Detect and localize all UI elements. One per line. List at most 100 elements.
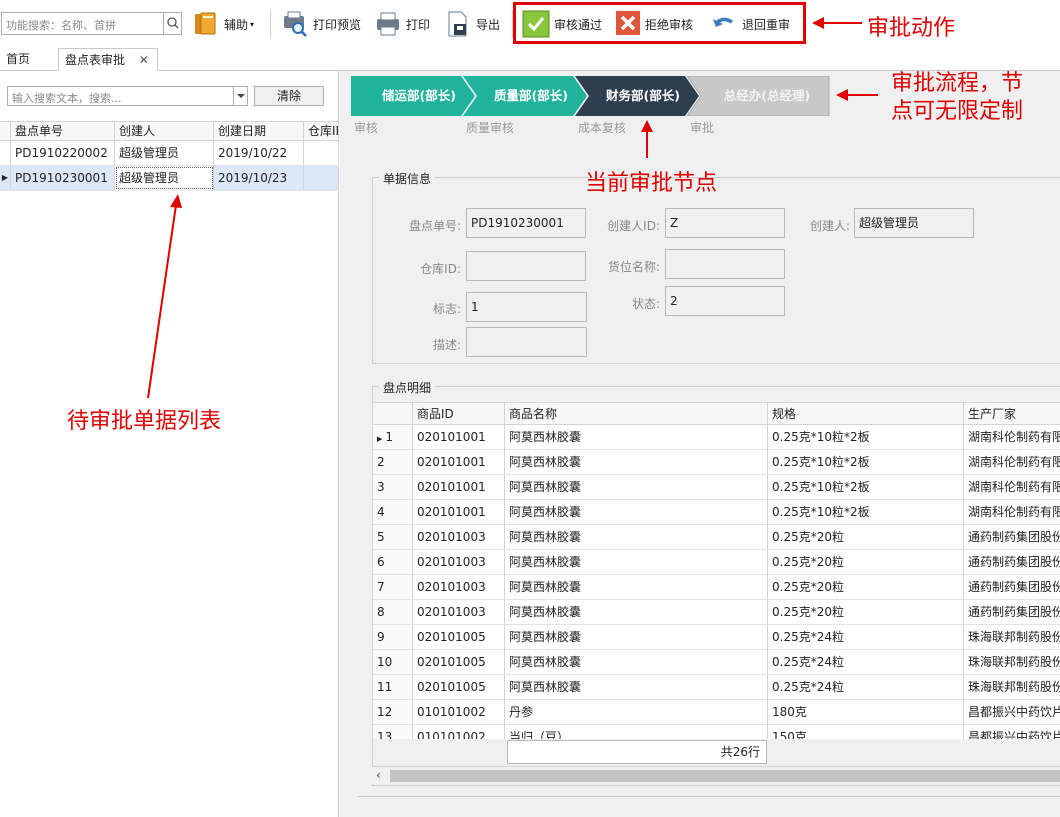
table-cell[interactable]: 阿莫西林胶囊 — [505, 625, 768, 649]
table-cell[interactable]: 0.25克*20粒 — [768, 575, 964, 599]
table-cell[interactable]: 020101003 — [413, 575, 505, 599]
table-row-selected[interactable]: ▶ PD1910230001 超级管理员 2019/10/23 — [0, 166, 339, 191]
export-button[interactable]: 导出 — [444, 8, 500, 40]
table-cell[interactable]: 0.25克*10粒*2板 — [768, 475, 964, 499]
table-cell[interactable]: 超级管理员 — [115, 141, 214, 165]
table-row[interactable]: 6020101003阿莫西林胶囊0.25克*20粒通药制药集团股份有限公司 — [373, 550, 1060, 575]
table-cell[interactable] — [304, 141, 339, 165]
scrollbar-thumb[interactable] — [390, 770, 1060, 782]
table-cell[interactable]: 020101003 — [413, 550, 505, 574]
warehouse-id-field[interactable] — [466, 251, 586, 281]
table-row[interactable]: 4020101001阿莫西林胶囊0.25克*10粒*2板湖南科伦制药有限公司 — [373, 500, 1060, 525]
table-cell[interactable]: PD1910220002 — [11, 141, 115, 165]
table-cell[interactable]: 180克 — [768, 700, 964, 724]
table-row[interactable]: 10020101005阿莫西林胶囊0.25克*24粒珠海联邦制药股份有限公司 — [373, 650, 1060, 675]
table-row[interactable]: ▶1020101001阿莫西林胶囊0.25克*10粒*2板湖南科伦制药有限公司 — [373, 425, 1060, 450]
table-cell[interactable]: 020101001 — [413, 475, 505, 499]
clear-button[interactable]: 清除 — [254, 86, 324, 106]
table-cell[interactable]: 湖南科伦制药有限公司 — [964, 450, 1060, 474]
table-cell[interactable]: 0.25克*10粒*2板 — [768, 500, 964, 524]
table-cell[interactable]: 昌都振兴中药饮片 — [964, 700, 1060, 724]
table-cell[interactable]: 010101002 — [413, 725, 505, 739]
column-header[interactable]: 创建日期 — [214, 122, 304, 140]
table-cell[interactable]: 丹参 — [505, 700, 768, 724]
table-cell[interactable]: 通药制药集团股份有限公司 — [964, 550, 1060, 574]
assist-button[interactable]: 辅助 ▾ — [192, 8, 254, 40]
table-cell[interactable]: 0.25克*20粒 — [768, 525, 964, 549]
table-cell[interactable]: 湖南科伦制药有限公司 — [964, 425, 1060, 449]
table-cell[interactable]: 2019/10/22 — [214, 141, 304, 165]
table-cell[interactable]: 湖南科伦制药有限公司 — [964, 500, 1060, 524]
table-cell[interactable]: 阿莫西林胶囊 — [505, 500, 768, 524]
table-cell[interactable]: 珠海联邦制药股份有限公司 — [964, 650, 1060, 674]
table-cell[interactable]: 0.25克*24粒 — [768, 650, 964, 674]
table-cell[interactable]: 020101001 — [413, 450, 505, 474]
table-cell[interactable]: 0.25克*24粒 — [768, 675, 964, 699]
table-cell[interactable]: 020101003 — [413, 525, 505, 549]
table-cell[interactable]: 2019/10/23 — [214, 166, 304, 190]
creator-id-field[interactable]: Z — [665, 208, 785, 238]
column-header[interactable]: 创建人 — [115, 122, 214, 140]
table-cell[interactable] — [304, 166, 339, 190]
table-cell[interactable]: 通药制药集团股份有限公司 — [964, 600, 1060, 624]
dropdown-arrow-icon[interactable] — [233, 87, 247, 105]
table-cell[interactable]: 阿莫西林胶囊 — [505, 600, 768, 624]
table-row[interactable]: 9020101005阿莫西林胶囊0.25克*24粒珠海联邦制药股份有限公司 — [373, 625, 1060, 650]
table-cell[interactable]: 超级管理员 — [115, 166, 214, 190]
table-cell[interactable]: 150克 — [768, 725, 964, 739]
column-header[interactable]: 仓库ID — [304, 122, 339, 140]
column-header[interactable]: 盘点单号 — [11, 122, 115, 140]
creator-field[interactable]: 超级管理员 — [854, 208, 974, 238]
table-cell[interactable]: 阿莫西林胶囊 — [505, 425, 768, 449]
horizontal-scrollbar[interactable]: ‹ — [372, 766, 1060, 784]
print-preview-button[interactable]: 打印预览 — [281, 8, 361, 40]
table-cell[interactable]: 阿莫西林胶囊 — [505, 650, 768, 674]
table-cell[interactable]: 020101001 — [413, 500, 505, 524]
table-row[interactable]: 8020101003阿莫西林胶囊0.25克*20粒通药制药集团股份有限公司 — [373, 600, 1060, 625]
table-cell[interactable]: 湖南科伦制药有限公司 — [964, 475, 1060, 499]
scroll-left-icon[interactable]: ‹ — [376, 768, 381, 782]
table-cell[interactable]: 020101001 — [413, 425, 505, 449]
table-cell[interactable]: PD1910230001 — [11, 166, 115, 190]
flag-field[interactable]: 1 — [466, 292, 587, 322]
table-cell[interactable]: 0.25克*10粒*2板 — [768, 450, 964, 474]
table-row[interactable]: PD1910220002 超级管理员 2019/10/22 — [0, 141, 339, 166]
table-cell[interactable]: 0.25克*20粒 — [768, 600, 964, 624]
table-cell[interactable]: 010101002 — [413, 700, 505, 724]
table-cell[interactable]: 珠海联邦制药股份有限公司 — [964, 625, 1060, 649]
location-name-field[interactable] — [665, 249, 785, 279]
table-row[interactable]: 7020101003阿莫西林胶囊0.25克*20粒通药制药集团股份有限公司 — [373, 575, 1060, 600]
table-cell[interactable]: 020101005 — [413, 625, 505, 649]
table-cell[interactable]: 阿莫西林胶囊 — [505, 675, 768, 699]
table-cell[interactable]: 020101005 — [413, 650, 505, 674]
doc-no-field[interactable]: PD1910230001 — [466, 208, 586, 238]
table-cell[interactable]: 阿莫西林胶囊 — [505, 525, 768, 549]
column-header[interactable]: 规格 — [768, 403, 964, 424]
table-cell[interactable]: 阿莫西林胶囊 — [505, 475, 768, 499]
tab-inventory-approval[interactable]: 盘点表审批 ✕ — [58, 48, 158, 71]
table-row[interactable]: 3020101001阿莫西林胶囊0.25克*10粒*2板湖南科伦制药有限公司 — [373, 475, 1060, 500]
table-cell[interactable]: 当归（豆） — [505, 725, 768, 739]
tab-home[interactable]: 首页 — [0, 48, 36, 71]
table-cell[interactable]: 阿莫西林胶囊 — [505, 550, 768, 574]
table-row[interactable]: 11020101005阿莫西林胶囊0.25克*24粒珠海联邦制药股份有限公司 — [373, 675, 1060, 700]
description-field[interactable] — [466, 327, 587, 357]
table-cell[interactable]: 020101005 — [413, 675, 505, 699]
table-cell[interactable]: 阿莫西林胶囊 — [505, 575, 768, 599]
column-header[interactable]: 生产厂家 — [964, 403, 1060, 424]
table-row[interactable]: 2020101001阿莫西林胶囊0.25克*10粒*2板湖南科伦制药有限公司 — [373, 450, 1060, 475]
table-cell[interactable]: 昌都振兴中药饮片 — [964, 725, 1060, 739]
function-search-input[interactable]: 功能搜索：名称、首拼 — [1, 12, 182, 35]
table-cell[interactable]: 020101003 — [413, 600, 505, 624]
status-field[interactable]: 2 — [665, 286, 785, 316]
table-cell[interactable]: 0.25克*20粒 — [768, 550, 964, 574]
table-row[interactable]: 12 010101002 丹参 180克 昌都振兴中药饮片 — [373, 700, 1060, 725]
table-cell[interactable]: 珠海联邦制药股份有限公司 — [964, 675, 1060, 699]
table-cell[interactable]: 0.25克*24粒 — [768, 625, 964, 649]
table-row[interactable]: 5020101003阿莫西林胶囊0.25克*20粒通药制药集团股份有限公司 — [373, 525, 1060, 550]
table-cell[interactable]: 通药制药集团股份有限公司 — [964, 575, 1060, 599]
table-row[interactable]: 13 010101002 当归（豆） 150克 昌都振兴中药饮片 — [373, 725, 1060, 739]
table-cell[interactable]: 阿莫西林胶囊 — [505, 450, 768, 474]
column-header[interactable]: 商品ID — [413, 403, 505, 424]
search-icon[interactable] — [163, 13, 181, 34]
